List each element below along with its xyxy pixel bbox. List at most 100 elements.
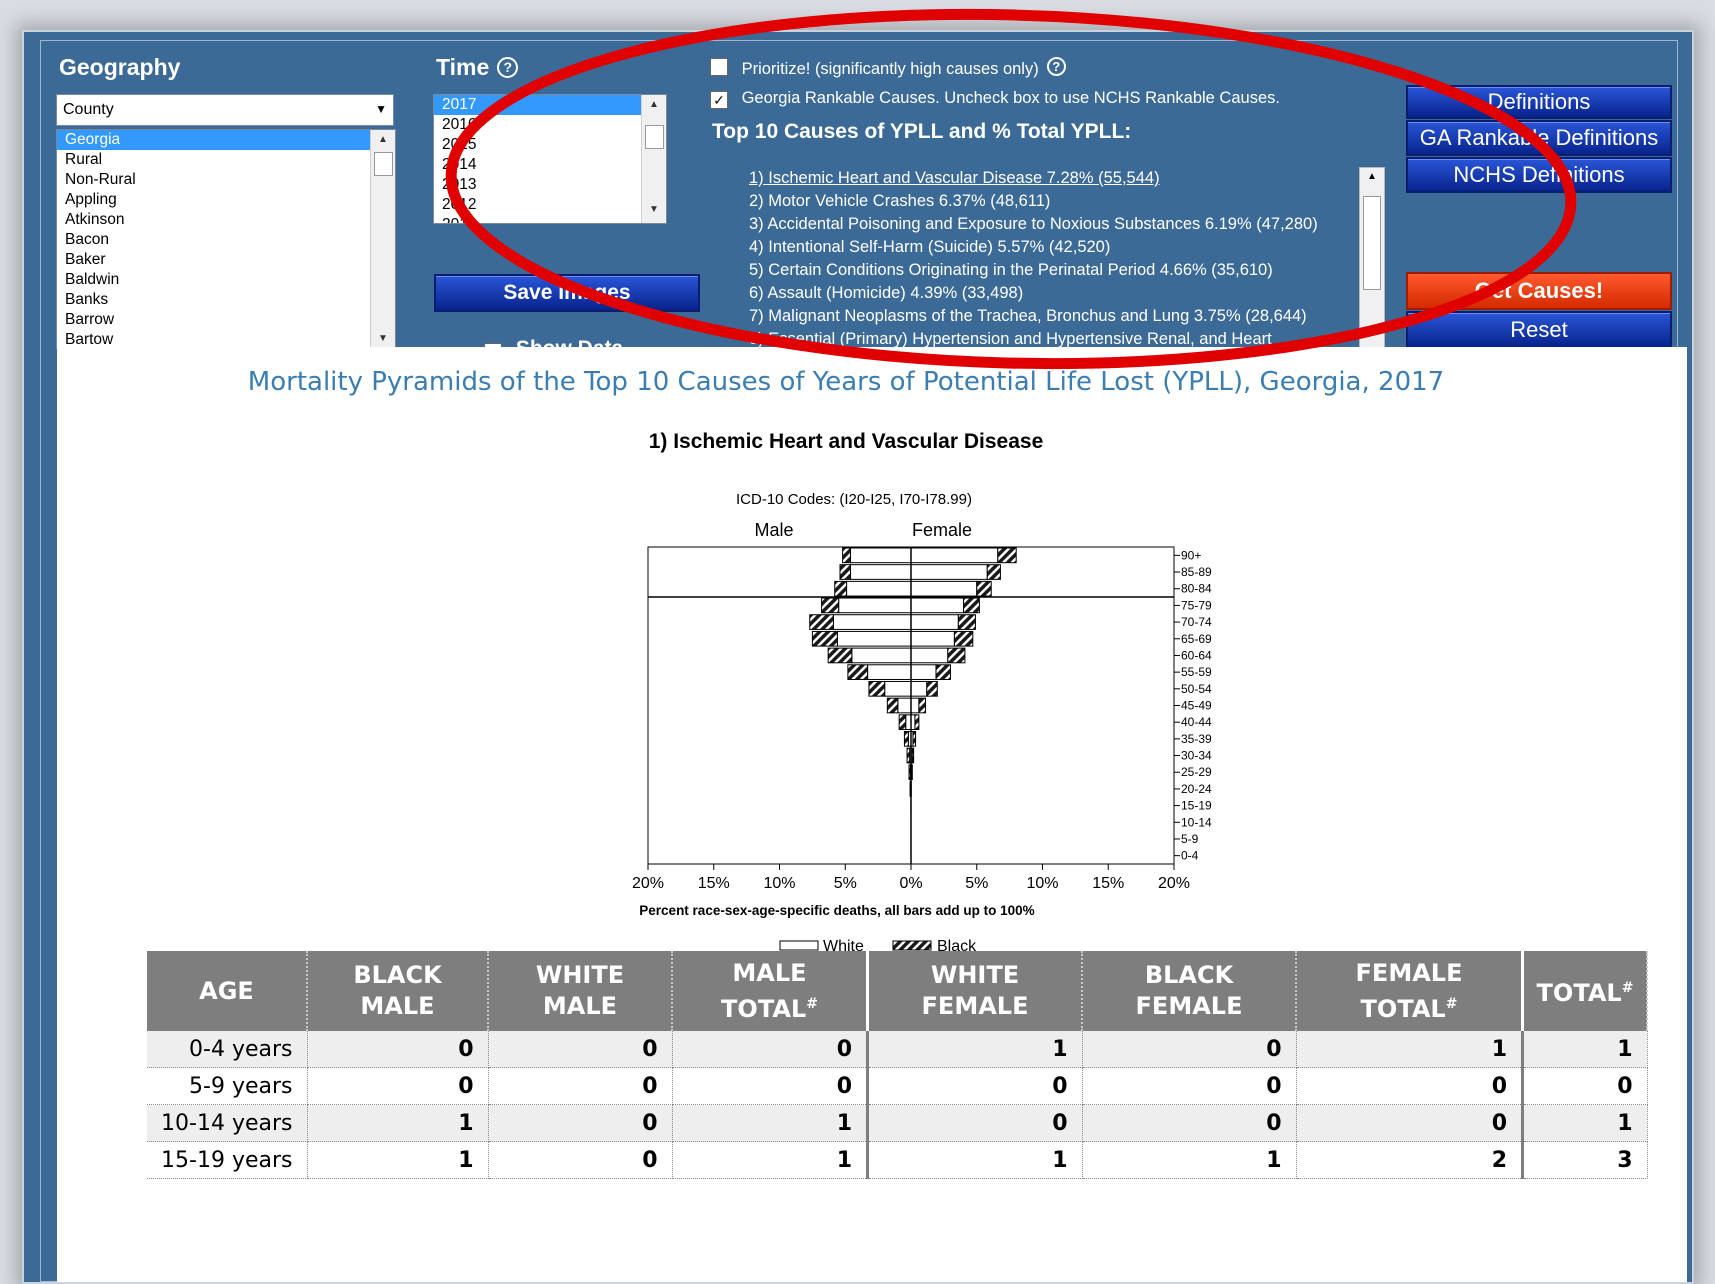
mortality-pyramid-chart: ICD-10 Codes: (I20-I25, I70-I78.99) Male…	[57, 467, 1635, 967]
bar-black-female	[915, 715, 919, 730]
scroll-up-icon[interactable]: ▲	[642, 99, 666, 110]
table-row: 15-19 years1011123	[147, 1142, 1647, 1179]
get-causes-button[interactable]: Get Causes!	[1406, 272, 1672, 310]
geography-list-item[interactable]: Atkinson	[57, 210, 395, 230]
scrollbar-thumb[interactable]	[1363, 196, 1381, 290]
header-footnote-mark: #	[1446, 996, 1458, 1012]
scroll-down-icon[interactable]: ▼	[642, 204, 666, 215]
scroll-up-icon[interactable]: ▲	[1360, 171, 1384, 182]
time-list-item[interactable]: 2016	[434, 115, 666, 135]
definitions-button[interactable]: Definitions	[1406, 85, 1672, 119]
table-header-cell[interactable]: MALETOTAL#	[672, 951, 868, 1031]
bar-black-female	[977, 581, 991, 596]
table-header-cell[interactable]: FEMALETOTAL#	[1296, 951, 1523, 1031]
y-tick-label: 55-59	[1181, 665, 1212, 679]
time-list-item[interactable]: 2013	[434, 175, 666, 195]
bar-black-male	[848, 665, 868, 680]
geography-level-select[interactable]: County ▼	[56, 94, 394, 126]
bar-black-male	[899, 715, 906, 730]
causes-list[interactable]: 1) Ischemic Heart and Vascular Disease 7…	[718, 167, 1378, 377]
count-cell: 1	[672, 1105, 868, 1142]
bar-black-female	[912, 748, 913, 763]
bar-white-male	[898, 698, 911, 713]
time-list-item[interactable]: 2012	[434, 195, 666, 215]
prioritize-option[interactable]: Prioritize! (significantly high causes o…	[710, 57, 1066, 79]
geography-list-item[interactable]: Appling	[57, 190, 395, 210]
table-header-cell[interactable]: AGE	[147, 951, 307, 1031]
bar-white-female	[911, 648, 948, 663]
geography-list-item[interactable]: Non-Rural	[57, 170, 395, 190]
time-listbox[interactable]: 2017201620152014201320122011 ▲ ▼	[433, 94, 667, 224]
table-header-cell[interactable]: TOTAL#	[1523, 951, 1648, 1031]
bar-white-male	[906, 715, 911, 730]
cause-list-item[interactable]: 6) Assault (Homicide) 4.39% (33,498)	[718, 282, 1378, 305]
geography-list-item[interactable]: Baldwin	[57, 270, 395, 290]
scrollbar-thumb[interactable]	[374, 152, 393, 176]
count-cell: 0	[307, 1031, 488, 1068]
y-tick-label: 25-29	[1181, 765, 1212, 779]
header-line1: AGE	[199, 977, 254, 1005]
count-cell: 1	[307, 1142, 488, 1179]
time-scrollbar[interactable]: ▲ ▼	[641, 95, 666, 223]
geography-list-item[interactable]: Rural	[57, 150, 395, 170]
question-circle-icon[interactable]: ?	[497, 57, 518, 78]
ga-rankable-definitions-button[interactable]: GA Rankable Definitions	[1406, 120, 1672, 156]
geography-scrollbar[interactable]: ▲ ▼	[370, 130, 395, 348]
save-images-button[interactable]: Save Images	[434, 274, 700, 312]
legend-swatch-black	[893, 941, 931, 950]
count-cell: 1	[307, 1105, 488, 1142]
scroll-down-icon[interactable]: ▼	[371, 333, 395, 344]
cause-list-item[interactable]: 1) Ischemic Heart and Vascular Disease 7…	[718, 167, 1378, 190]
cause-list-item[interactable]: 3) Accidental Poisoning and Exposure to …	[718, 213, 1378, 236]
geography-list-item[interactable]: Banks	[57, 290, 395, 310]
x-tick-label: 20%	[632, 875, 664, 892]
table-header-cell[interactable]: BLACKMALE	[307, 951, 488, 1031]
scrollbar-thumb[interactable]	[645, 125, 664, 149]
geography-list-item[interactable]: Georgia	[57, 130, 395, 150]
scroll-up-icon[interactable]: ▲	[371, 134, 395, 145]
bar-white-male	[885, 681, 911, 696]
y-tick-label: 0-4	[1181, 849, 1199, 863]
bar-white-female	[911, 681, 927, 696]
geography-listbox[interactable]: GeorgiaRuralNon-RuralApplingAtkinsonBaco…	[56, 129, 396, 349]
time-list-item[interactable]: 2014	[434, 155, 666, 175]
geography-list-item[interactable]: Bacon	[57, 230, 395, 250]
bar-white-male	[851, 565, 911, 580]
ga-rankable-option[interactable]: ✓ Georgia Rankable Causes. Uncheck box t…	[710, 89, 1280, 109]
bar-black-male	[904, 732, 908, 747]
bar-black-male	[909, 765, 910, 780]
reset-button[interactable]: Reset	[1406, 311, 1672, 349]
bar-black-male	[869, 681, 885, 696]
header-line1: WHITE	[536, 961, 624, 989]
cause-list-item[interactable]: 5) Certain Conditions Originating in the…	[718, 259, 1378, 282]
ga-rankable-checkbox[interactable]: ✓	[710, 91, 728, 109]
geography-list-item[interactable]: Baker	[57, 250, 395, 270]
table-row: 5-9 years0000000	[147, 1068, 1647, 1105]
table-header-cell[interactable]: WHITE MALE	[488, 951, 672, 1031]
chevron-down-icon: ▼	[375, 102, 387, 116]
cause-list-item[interactable]: 2) Motor Vehicle Crashes 6.37% (48,611)	[718, 190, 1378, 213]
bar-black-female	[998, 548, 1016, 563]
bar-black-female	[954, 631, 972, 646]
cause-list-item[interactable]: 4) Intentional Self-Harm (Suicide) 5.57%…	[718, 236, 1378, 259]
header-line2: MALE	[543, 992, 617, 1020]
bar-white-male	[851, 548, 911, 563]
prioritize-checkbox[interactable]	[710, 58, 728, 76]
y-tick-label: 20-24	[1181, 782, 1212, 796]
bar-black-female	[912, 765, 913, 780]
question-circle-icon[interactable]: ?	[1047, 57, 1066, 76]
count-cell: 1	[868, 1031, 1083, 1068]
time-list-item[interactable]: 2017	[434, 95, 666, 115]
cause-list-item[interactable]: 7) Malignant Neoplasms of the Trachea, B…	[718, 305, 1378, 328]
header-line1: MALE	[732, 959, 806, 987]
geography-label: Geography	[59, 54, 180, 81]
header-line1: TOTAL	[1537, 979, 1622, 1007]
table-header-cell[interactable]: WHITEFEMALE	[868, 951, 1083, 1031]
nchs-definitions-button[interactable]: NCHS Definitions	[1406, 157, 1672, 193]
geography-list-item[interactable]: Barrow	[57, 310, 395, 330]
count-cell: 0	[1296, 1068, 1523, 1105]
table-header-cell[interactable]: BLACKFEMALE	[1082, 951, 1296, 1031]
time-list-item[interactable]: 2015	[434, 135, 666, 155]
count-cell: 0	[488, 1031, 672, 1068]
time-list-item[interactable]: 2011	[434, 215, 666, 224]
